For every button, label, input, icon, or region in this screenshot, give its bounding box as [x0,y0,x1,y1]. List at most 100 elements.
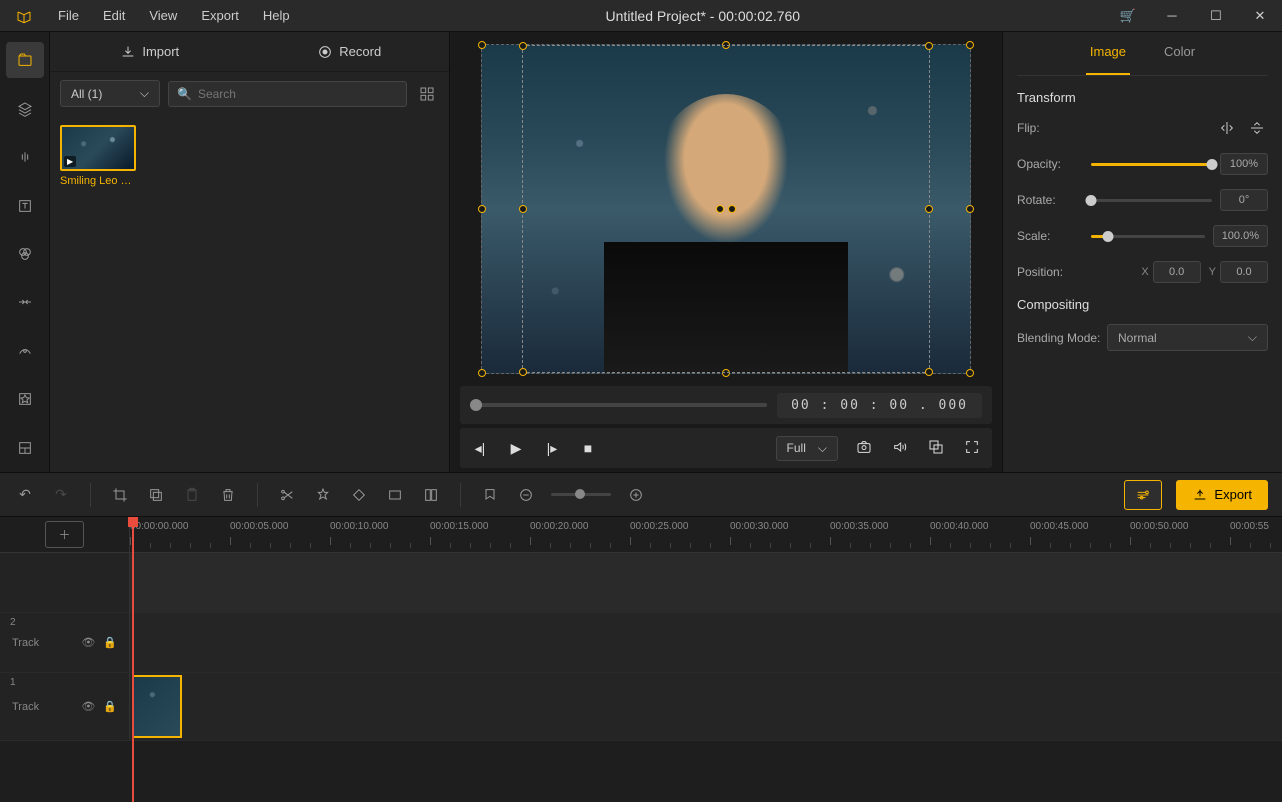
blend-mode-dropdown[interactable]: Normal⌵ [1107,324,1268,351]
timeline-ticks[interactable]: 00:00:00.00000:00:05.00000:00:10.00000:0… [130,517,1282,552]
tab-color[interactable]: Color [1160,32,1199,75]
track-row-2: 2 Track 👁 🔒 [0,613,1282,673]
detach-icon[interactable] [926,439,946,458]
search-input[interactable] [198,87,398,101]
grid-icon[interactable] [420,484,442,506]
opacity-value[interactable]: 100% [1220,153,1268,175]
track-body[interactable] [130,673,1282,740]
sidebar-filters[interactable] [6,236,44,272]
stop-button[interactable]: ■ [578,440,598,456]
split-icon[interactable] [276,484,298,506]
fit-dropdown[interactable]: Full⌵ [776,436,838,461]
sidebar-layers[interactable] [6,90,44,126]
window-title: Untitled Project* - 00:00:02.760 [300,8,1106,24]
track-number: 2 [10,617,16,628]
lock-icon[interactable]: 🔒 [103,636,117,649]
track-row-1: 1 Track 👁 🔒 [0,673,1282,741]
tick: 00:00:50.000 [1130,521,1188,532]
rotate-value[interactable]: 0° [1220,189,1268,211]
menu-file[interactable]: File [48,2,89,29]
record-button[interactable]: Record [250,32,450,71]
sidebar-media[interactable] [6,42,44,78]
clip-label: Smiling Leo … [60,175,140,187]
redo-icon[interactable]: ↷ [50,484,72,506]
media-clip[interactable]: Smiling Leo … [60,125,140,187]
close-button[interactable]: ✕ [1238,0,1282,32]
sidebar-transitions[interactable] [6,284,44,320]
crop-icon[interactable] [109,484,131,506]
track-label: Track [12,701,39,713]
sidebar-elements[interactable] [6,381,44,417]
maximize-button[interactable]: ☐ [1194,0,1238,32]
snapshot-icon[interactable] [854,439,874,458]
sidebar-motion[interactable] [6,333,44,369]
next-frame-button[interactable]: |▸ [542,440,562,457]
playhead[interactable] [132,517,134,802]
sidebar [0,32,50,472]
opacity-slider[interactable] [1091,163,1212,166]
copy-icon[interactable] [145,484,167,506]
track-body[interactable] [130,613,1282,672]
chevron-down-icon: ⌵ [818,441,827,456]
export-button[interactable]: Export [1176,480,1268,510]
minimize-button[interactable]: ─ [1150,0,1194,32]
rotate-slider[interactable] [1091,199,1212,202]
media-filter-dropdown[interactable]: All (1)⌵ [60,80,160,107]
visibility-icon[interactable]: 👁 [81,636,95,649]
tick: 00:00:25.000 [630,521,688,532]
titlebar: File Edit View Export Help Untitled Proj… [0,0,1282,32]
sidebar-text[interactable] [6,187,44,223]
transform-title: Transform [1017,90,1268,105]
grid-view-icon[interactable] [415,82,439,106]
position-x-value[interactable]: 0.0 [1153,261,1201,283]
shop-icon[interactable]: 🛒 [1106,0,1150,32]
flip-vertical-icon[interactable] [1246,117,1268,139]
export-settings-button[interactable] [1124,480,1162,510]
zoom-in-icon[interactable] [625,484,647,506]
search-box[interactable]: 🔍 [168,81,407,107]
timeline-ruler: ＋ 00:00:00.00000:00:05.00000:00:10.00000… [0,517,1282,553]
timeline-clip[interactable] [132,675,182,738]
sidebar-split[interactable] [6,430,44,466]
lock-icon[interactable]: 🔒 [103,700,117,713]
menu-export[interactable]: Export [191,2,249,29]
menu-edit[interactable]: Edit [93,2,135,29]
flip-horizontal-icon[interactable] [1216,117,1238,139]
compositing-title: Compositing [1017,297,1268,312]
scrubber-track[interactable] [470,403,767,407]
aspect-icon[interactable] [384,484,406,506]
menu-help[interactable]: Help [253,2,300,29]
tick: 00:00:20.000 [530,521,588,532]
add-track-button[interactable]: ＋ [45,521,83,548]
keyframe-icon[interactable] [348,484,370,506]
empty-track-row [0,553,1282,613]
sidebar-audio[interactable] [6,139,44,175]
play-button[interactable]: ▶ [506,440,526,457]
tick: 00:00:40.000 [930,521,988,532]
volume-icon[interactable] [890,439,910,458]
y-axis-label: Y [1209,266,1216,278]
speed-icon[interactable] [312,484,334,506]
tick: 00:00:15.000 [430,521,488,532]
paste-icon[interactable] [181,484,203,506]
visibility-icon[interactable]: 👁 [81,700,95,713]
zoom-out-icon[interactable] [515,484,537,506]
scale-value[interactable]: 100.0% [1213,225,1268,247]
position-y-value[interactable]: 0.0 [1220,261,1268,283]
menu-view[interactable]: View [139,2,187,29]
rotate-label: Rotate: [1017,193,1091,207]
scale-slider[interactable] [1091,235,1205,238]
undo-icon[interactable]: ↶ [14,484,36,506]
tick: 00:00:10.000 [330,521,388,532]
zoom-slider[interactable] [551,493,611,496]
marker-icon[interactable] [479,484,501,506]
tab-image[interactable]: Image [1086,32,1130,75]
fullscreen-icon[interactable] [962,439,982,458]
preview-canvas[interactable] [481,44,971,374]
import-button[interactable]: Import [50,32,250,71]
timeline: ＋ 00:00:00.00000:00:05.00000:00:10.00000… [0,517,1282,802]
tick: 00:00:55 [1230,521,1269,532]
main-menu: File Edit View Export Help [48,2,300,29]
delete-icon[interactable] [217,484,239,506]
prev-frame-button[interactable]: ◂| [470,440,490,457]
